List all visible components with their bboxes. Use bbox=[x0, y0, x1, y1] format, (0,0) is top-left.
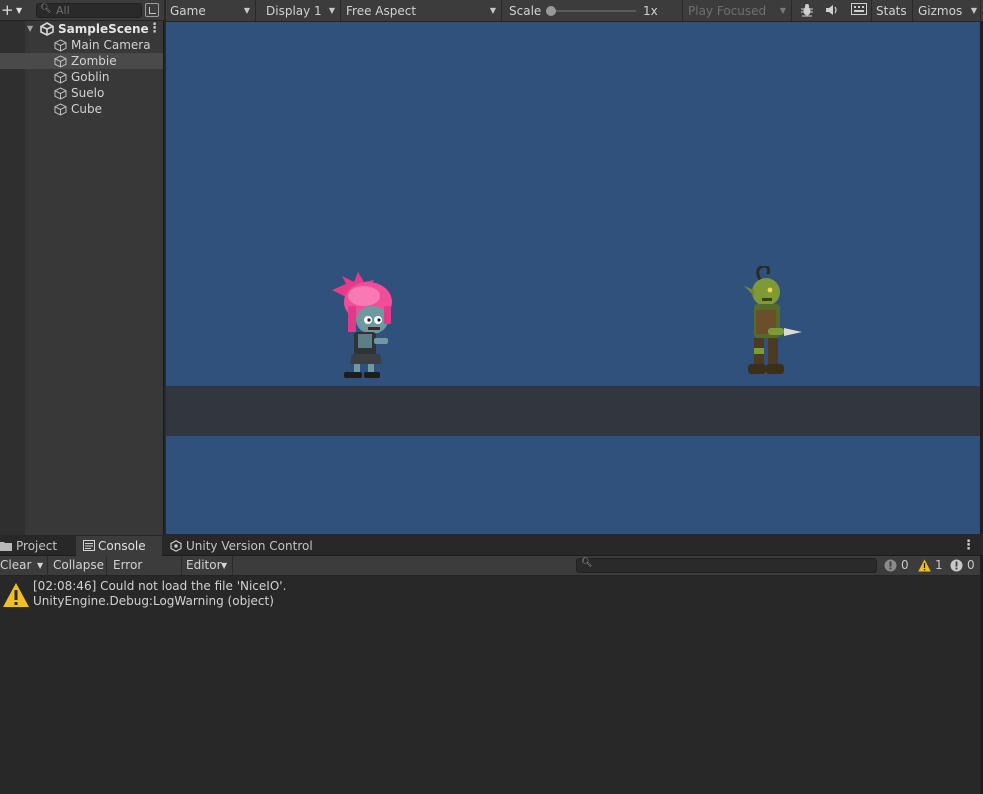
stats-label: Stats bbox=[876, 4, 907, 18]
gizmos-dropdown[interactable]: Gizmos ▼ bbox=[914, 0, 981, 21]
console-log-list: [02:08:46] Could not load the file 'Nice… bbox=[0, 577, 980, 794]
expand-triangle-icon[interactable]: ▼ bbox=[27, 21, 33, 37]
hierarchy-item-main-camera[interactable]: Main Camera bbox=[0, 37, 163, 53]
tab-label: Project bbox=[16, 539, 58, 553]
folder-icon bbox=[0, 542, 12, 551]
tab-console[interactable]: Console bbox=[76, 536, 162, 556]
scene-visibility-icon[interactable] bbox=[145, 3, 159, 17]
hierarchy-toolbar: + ▼ 🔍︎ All bbox=[0, 0, 164, 21]
clear-button[interactable]: Clear ▼ bbox=[0, 556, 48, 575]
hierarchy-item-label: Cube bbox=[71, 102, 102, 116]
stats-button[interactable]: Stats bbox=[871, 0, 913, 21]
scale-slider-track[interactable] bbox=[551, 10, 636, 12]
keyboard-icon[interactable] bbox=[850, 3, 868, 19]
chevron-down-icon: ▼ bbox=[16, 6, 23, 15]
search-icon: 🔍︎ bbox=[581, 558, 593, 568]
log-entry[interactable]: [02:08:46] Could not load the file 'Nice… bbox=[0, 577, 980, 611]
hierarchy-item-label: Goblin bbox=[71, 70, 110, 84]
hierarchy-item-goblin[interactable]: Goblin bbox=[0, 69, 163, 85]
clear-label: Clear bbox=[0, 558, 32, 572]
ground-platform bbox=[166, 386, 981, 436]
tab-label: Console bbox=[98, 539, 146, 553]
hierarchy-panel: + ▼ 🔍︎ All ▼ SampleScene ⋮ Main Camera Z… bbox=[0, 0, 164, 535]
tab-project[interactable]: Project bbox=[0, 536, 75, 556]
warning-count: 1 bbox=[935, 558, 943, 572]
view-mode-dropdown[interactable]: Game ▼ bbox=[166, 0, 256, 21]
error-pause-button[interactable]: Error Pause bbox=[108, 556, 182, 591]
aspect-dropdown[interactable]: Free Aspect ▼ bbox=[342, 0, 502, 21]
hierarchy-item-label: Suelo bbox=[71, 86, 105, 100]
hierarchy-search-input[interactable]: 🔍︎ All bbox=[36, 3, 142, 18]
gameobject-cube-icon bbox=[54, 55, 67, 68]
gameobject-cube-icon bbox=[54, 39, 67, 52]
aspect-label: Free Aspect bbox=[346, 4, 417, 18]
play-mode-dropdown[interactable]: Play Focused ▼ bbox=[684, 0, 792, 21]
play-mode-label: Play Focused bbox=[688, 4, 767, 18]
bottom-panel-tabs: Project Console Unity Version Control ⋮ bbox=[0, 536, 983, 556]
version-control-icon bbox=[170, 540, 182, 552]
chevron-down-icon: ▼ bbox=[328, 6, 335, 15]
gameobject-cube-icon bbox=[54, 71, 67, 84]
zombie-sprite bbox=[332, 272, 392, 378]
goblin-sprite bbox=[744, 266, 802, 374]
editor-label: Editor bbox=[186, 558, 222, 572]
game-viewport[interactable] bbox=[166, 22, 981, 534]
kebab-menu-icon[interactable]: ⋮ bbox=[148, 21, 161, 37]
tab-label: Unity Version Control bbox=[186, 539, 313, 553]
bug-icon[interactable] bbox=[798, 3, 816, 19]
scale-slider-handle[interactable] bbox=[546, 6, 556, 16]
info-icon bbox=[884, 559, 897, 572]
display-dropdown[interactable]: Display 1 ▼ bbox=[257, 0, 341, 21]
chevron-down-icon: ▼ bbox=[489, 6, 496, 15]
log-stacktrace: UnityEngine.Debug:LogWarning (object) bbox=[33, 594, 274, 608]
view-mode-label: Game bbox=[170, 4, 206, 18]
hierarchy-item-zombie[interactable]: Zombie bbox=[0, 53, 163, 69]
log-message: [02:08:46] Could not load the file 'Nice… bbox=[33, 579, 287, 593]
console-search-input[interactable]: 🔍︎ bbox=[576, 558, 877, 573]
console-icon bbox=[83, 540, 95, 551]
info-count: 0 bbox=[901, 558, 909, 572]
game-view-toolbar: Game ▼ Display 1 ▼ Free Aspect ▼ Scale 1… bbox=[166, 0, 983, 22]
kebab-menu-icon[interactable]: ⋮ bbox=[962, 536, 975, 555]
scale-value: 1x bbox=[643, 4, 658, 18]
warning-icon bbox=[918, 559, 931, 572]
error-count-toggle[interactable]: 0 bbox=[947, 556, 979, 575]
chevron-down-icon: ▼ bbox=[970, 6, 977, 15]
error-count: 0 bbox=[967, 558, 975, 572]
gizmos-label: Gizmos bbox=[918, 4, 963, 18]
chevron-down-icon: ▼ bbox=[221, 561, 228, 570]
chevron-down-icon: ▼ bbox=[243, 6, 250, 15]
hierarchy-item-suelo[interactable]: Suelo bbox=[0, 85, 163, 101]
console-toolbar: Clear ▼ Collapse Error Pause Editor ▼ 🔍︎… bbox=[0, 556, 983, 591]
plus-icon: + bbox=[1, 1, 14, 19]
warning-count-toggle[interactable]: 1 bbox=[915, 556, 945, 575]
tab-unity-version-control[interactable]: Unity Version Control bbox=[163, 536, 323, 556]
scale-label: Scale bbox=[509, 4, 542, 18]
gameobject-cube-icon bbox=[54, 87, 67, 100]
search-placeholder: All bbox=[56, 4, 70, 17]
chevron-down-icon[interactable]: ▼ bbox=[37, 556, 43, 575]
hierarchy-item-label: Zombie bbox=[71, 54, 117, 68]
warning-icon bbox=[3, 583, 29, 607]
scene-row[interactable]: ▼ SampleScene ⋮ bbox=[0, 21, 163, 37]
add-object-button[interactable]: + ▼ bbox=[0, 2, 26, 19]
unity-scene-icon bbox=[40, 22, 54, 36]
display-label: Display 1 bbox=[266, 4, 322, 18]
hierarchy-item-label: Main Camera bbox=[71, 38, 151, 52]
collapse-button[interactable]: Collapse bbox=[49, 556, 107, 575]
hierarchy-item-cube[interactable]: Cube bbox=[0, 101, 163, 117]
collapse-label: Collapse bbox=[53, 558, 104, 572]
info-count-toggle[interactable]: 0 bbox=[881, 556, 913, 575]
scene-name: SampleScene bbox=[58, 22, 149, 36]
gameobject-cube-icon bbox=[54, 103, 67, 116]
search-icon: 🔍︎ bbox=[40, 4, 52, 14]
editor-dropdown[interactable]: Editor ▼ bbox=[183, 556, 233, 575]
chevron-down-icon: ▼ bbox=[779, 6, 786, 15]
audio-icon[interactable] bbox=[823, 3, 841, 19]
error-icon bbox=[950, 559, 963, 572]
